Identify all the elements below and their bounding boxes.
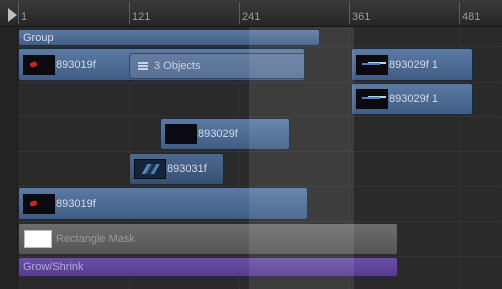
behavior-label: Grow/Shrink	[23, 261, 84, 273]
ruler-tick	[18, 2, 19, 24]
clip-thumbnail	[134, 159, 166, 179]
clip-thumbnail	[23, 54, 55, 75]
group-clip[interactable]: Group	[18, 29, 320, 46]
rectangle-mask-clip[interactable]: Rectangle Mask	[18, 223, 398, 255]
clip-label: Rectangle Mask	[56, 233, 135, 245]
clip-893029f[interactable]: 893029f	[160, 118, 290, 150]
lane-divider	[18, 151, 502, 152]
clip-thumbnail	[356, 54, 388, 75]
clip-thumbnail	[23, 193, 55, 214]
lane-divider	[18, 46, 502, 47]
ruler-tick-label-241: 241	[242, 11, 261, 23]
ruler-tick-label-361: 361	[352, 11, 371, 23]
lane-divider	[18, 116, 502, 117]
clip-label: 893029f 1	[389, 93, 438, 105]
ruler-tick	[129, 2, 130, 24]
clip-label: 893029f	[198, 128, 238, 140]
clip-label: 893019f	[56, 197, 96, 210]
objects-label: 3 Objects	[154, 60, 201, 72]
playhead-icon[interactable]	[8, 8, 17, 22]
clip-label: 893029f 1	[389, 58, 438, 71]
clip-label: 893019f	[56, 58, 96, 71]
grow-shrink-behavior-clip[interactable]: Grow/Shrink	[18, 257, 398, 277]
ruler-tick-label-481: 481	[462, 11, 481, 23]
track-area: Group 893019f 3 Objects 8 893029f 1 8930…	[0, 27, 502, 289]
clip-893031f[interactable]: 893031f	[129, 153, 224, 185]
track-gutter	[0, 27, 18, 289]
ruler-tick-label-1: 1	[21, 11, 28, 23]
clip-893019f[interactable]: 893019f 3 Objects 8	[18, 48, 305, 81]
timeline-panel: 1 121 241 361 481 Group 893019f 3 Object…	[0, 0, 502, 289]
list-icon	[138, 62, 148, 70]
ruler-tick	[239, 2, 240, 24]
mask-thumbnail	[24, 230, 52, 248]
clip-893019f-2[interactable]: 893019f	[18, 187, 308, 220]
time-ruler[interactable]: 1 121 241 361 481	[0, 0, 502, 27]
group-label: Group	[23, 31, 54, 44]
clip-thumbnail	[165, 124, 197, 144]
lane-divider	[18, 221, 502, 222]
objects-dropzone[interactable]: 3 Objects 8	[129, 53, 304, 79]
clip-893029f-1-a[interactable]: 893029f 1	[351, 48, 473, 81]
clip-thumbnail	[356, 89, 388, 109]
ruler-tick	[349, 2, 350, 24]
clip-label: 893031f	[167, 163, 207, 175]
clip-893029f-1-b[interactable]: 893029f 1	[351, 83, 473, 115]
ruler-tick	[459, 2, 460, 24]
ruler-tick-label-121: 121	[132, 11, 151, 23]
